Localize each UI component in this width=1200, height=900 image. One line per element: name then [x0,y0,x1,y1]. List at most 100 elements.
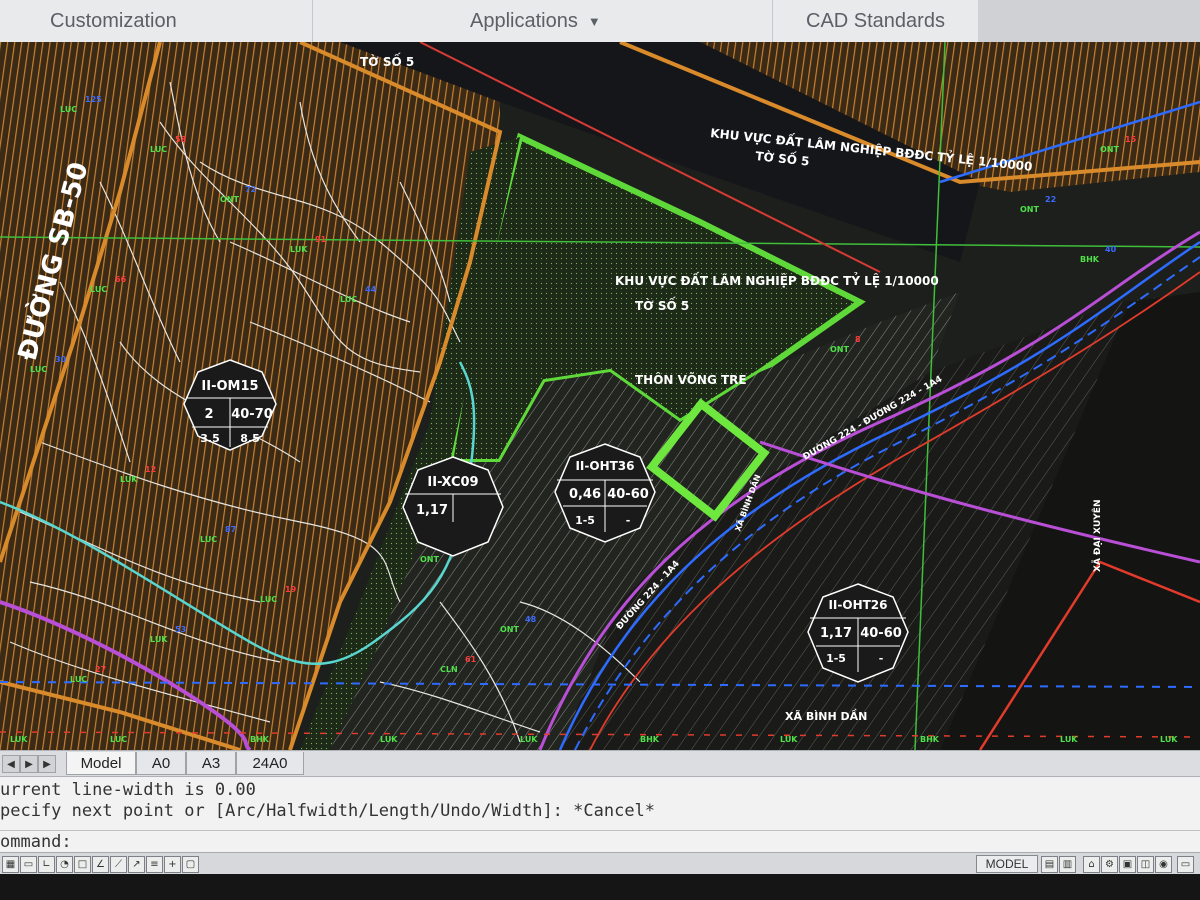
quick-properties-icon[interactable]: ▢ [182,856,199,873]
ducs-icon[interactable]: ⟋ [110,856,127,873]
annotation-scale-icon[interactable]: ⌂ [1083,856,1100,873]
svg-text:72: 72 [245,185,256,194]
zone-tag-setback: - [626,514,631,527]
svg-text:LUC: LUC [30,365,47,374]
model-space-button[interactable]: MODEL [976,855,1038,873]
svg-text:LUK: LUK [120,475,138,484]
svg-text:91: 91 [315,235,327,244]
layout-tab-bar: ◀ ▶ ▶ Model A0 A3 24A0 [0,750,1200,777]
zone-tag-floors: 3.5 [200,432,220,445]
svg-text:BHK: BHK [250,735,270,744]
zone-tag-setback: - [879,652,884,665]
lineweight-icon[interactable]: ≡ [146,856,163,873]
tab-layout-a3[interactable]: A3 [186,752,236,775]
zone-tag-code: II-XC09 [427,475,478,490]
zone-tag-density: 1,17 [820,626,852,641]
zone-tag-oht26[interactable]: II-OHT26 1,17 40-60 1-5 - [807,583,909,683]
svg-text:27: 27 [95,665,106,674]
tab-layout-a0[interactable]: A0 [136,752,186,775]
cad-drawing[interactable]: LUC 125 LUC 58 ONT 72 LUK 91 LUC 44 LUC 66 LUC… [0,42,1200,750]
svg-text:LUK: LUK [290,245,308,254]
zone-tag-density: 2 [204,407,213,422]
svg-text:ONT: ONT [420,555,439,564]
tab-separator [772,0,773,42]
tab-applications[interactable]: Applications ▼ [470,0,601,42]
svg-text:LUK: LUK [780,735,798,744]
tab-applications-label: Applications [470,9,578,32]
ortho-icon[interactable]: ∟ [38,856,55,873]
tab-cad-standards[interactable]: CAD Standards [806,0,945,42]
zone-tag-floors: 1-5 [575,514,595,527]
svg-text:ONT: ONT [1100,145,1119,154]
zone-tag-oht36[interactable]: II-OHT36 0,46 40-60 1-5 - [554,443,656,543]
polar-icon[interactable]: ◔ [56,856,73,873]
monitor-bezel [0,874,1200,900]
dyn-icon[interactable]: ↗ [128,856,145,873]
area-label-commune-bottom: XÃ BÌNH DẦN [785,709,867,723]
first-layout-icon[interactable]: ◀ [2,755,20,773]
tab-model[interactable]: Model [66,752,136,775]
area-label-forest-center: KHU VỰC ĐẤT LÂM NGHIỆP BĐĐC TỶ LỆ 1/1000… [615,271,939,288]
area-label-village: THÔN VÕNG TRE [635,372,747,387]
svg-text:LUC: LUC [260,595,277,604]
snap-mode-icon[interactable]: ▭ [20,856,37,873]
command-history-line: pecify next point or [Arc/Halfwidth/Leng… [0,801,656,821]
svg-text:BHK: BHK [1080,255,1100,264]
svg-text:LUC: LUC [90,285,107,294]
svg-text:LUK: LUK [1160,735,1178,744]
svg-text:19: 19 [285,585,297,594]
osnap-icon[interactable]: □ [74,856,91,873]
svg-text:87: 87 [225,525,236,534]
svg-text:LUK: LUK [1060,735,1078,744]
ribbon-tab-bar: Customization Applications ▼ CAD Standar… [0,0,1200,52]
zone-tag-ratio: 40-60 [860,626,902,641]
tab-separator [312,0,313,42]
svg-text:LUC: LUC [60,105,77,114]
grid-display-icon[interactable]: ▦ [2,856,19,873]
area-label-sheet-topleft: TỜ SỐ 5 [360,52,414,69]
svg-text:ONT: ONT [220,195,239,204]
prev-layout-icon[interactable]: ▶ [20,755,38,773]
quick-view-layouts-icon[interactable]: ▤ [1041,856,1058,873]
svg-text:BHK: BHK [640,735,660,744]
zone-tag-code: II-OM15 [201,379,258,394]
svg-text:58: 58 [175,135,187,144]
workspace-icon[interactable]: ⚙ [1101,856,1118,873]
zone-tag-density: 0,46 [569,487,601,502]
svg-text:40: 40 [1105,245,1117,254]
tab-customization-label: Customization [50,9,177,32]
quick-view-drawings-icon[interactable]: ▥ [1059,856,1076,873]
transparency-icon[interactable]: + [164,856,181,873]
svg-text:LUK: LUK [520,735,538,744]
svg-text:44: 44 [365,285,377,294]
svg-text:ONT: ONT [830,345,849,354]
svg-text:53: 53 [175,625,186,634]
next-layout-icon[interactable]: ▶ [38,755,56,773]
zone-tag-code: II-OHT26 [828,598,887,612]
tab-customization[interactable]: Customization [50,0,177,42]
drawing-viewport[interactable]: LUC 125 LUC 58 ONT 72 LUK 91 LUC 44 LUC 66 LUC… [0,42,1200,750]
zone-tag-code: II-OHT36 [575,459,634,473]
clean-screen-icon[interactable]: ▭ [1177,856,1194,873]
zone-tag-xc09[interactable]: II-XC09 1,17 [402,456,504,557]
isolate-icon[interactable]: ◉ [1155,856,1172,873]
svg-text:15: 15 [1125,135,1137,144]
area-label-sheet-center: TỜ SỐ 5 [635,296,689,313]
svg-text:LUK: LUK [10,735,28,744]
svg-text:LUC: LUC [110,735,127,744]
svg-text:CLN: CLN [440,665,458,674]
otrack-icon[interactable]: ∠ [92,856,109,873]
svg-text:LUK: LUK [380,735,398,744]
svg-text:125: 125 [85,95,102,104]
zone-tag-om15[interactable]: II-OM15 2 40-70 3.5 8.5 [183,359,277,451]
area-label-commune-right: XÃ ĐẠI XUYÊN [1091,500,1103,572]
lock-icon[interactable]: ▣ [1119,856,1136,873]
zone-tag-density: 1,17 [416,503,448,518]
tab-layout-24a0[interactable]: 24A0 [236,752,304,775]
hardware-acceleration-icon[interactable]: ◫ [1137,856,1154,873]
svg-text:48: 48 [525,615,537,624]
command-window: urrent line-width is 0.00 pecify next po… [0,777,1200,852]
svg-text:LUC: LUC [200,535,217,544]
command-input[interactable]: ommand: [0,830,1200,853]
zone-tag-ratio: 40-70 [231,407,273,422]
